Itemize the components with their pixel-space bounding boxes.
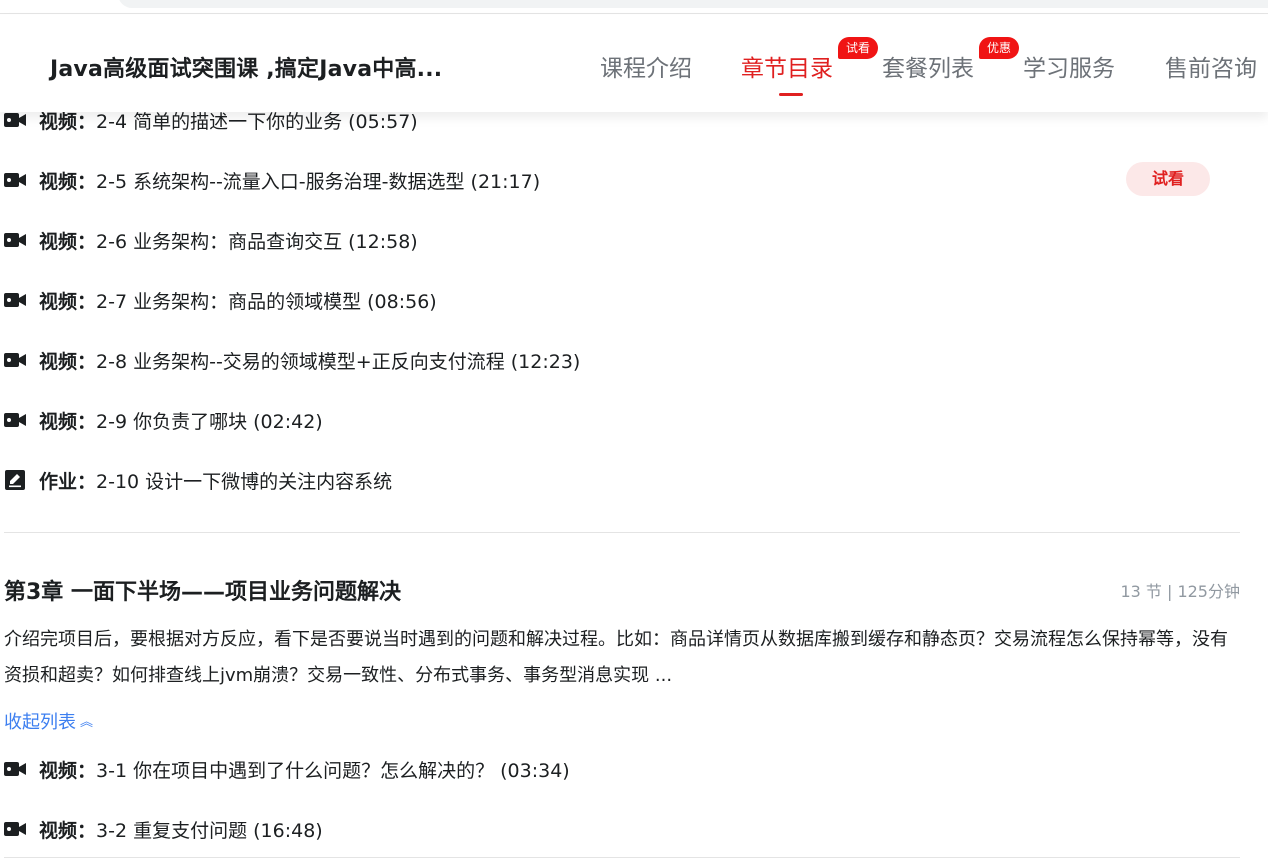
video-icon [4,170,26,190]
list-item[interactable]: 视频： 2-5 系统架构--流量入口-服务治理-数据选型 (21:17) [4,166,540,194]
tab-course-intro[interactable]: 课程介绍 [600,49,692,83]
item-type: 视频： [39,819,97,842]
chevron-up-icon: ︽ [80,715,94,730]
item-title: 3-2 重复支付问题 (16:48) [96,819,323,842]
video-icon [4,110,26,130]
item-title: 2-7 业务架构：商品的领域模型 (08:56) [96,290,437,313]
video-icon [4,410,26,430]
item-type: 视频： [39,170,97,193]
browser-top-strip [0,0,1268,14]
item-title: 2-6 业务架构：商品查询交互 (12:58) [96,230,418,253]
list-item[interactable]: 视频： 3-2 重复支付问题 (16:48) [4,815,323,843]
list-item[interactable]: 视频： 3-1 你在项目中遇到了什么问题？怎么解决的？ (03:34) [4,755,570,783]
list-item[interactable]: 视频： 2-7 业务架构：商品的领域模型 (08:56) [4,286,437,314]
list-item[interactable]: 作业： 2-10 设计一下微博的关注内容系统 [4,466,392,494]
video-icon [4,290,26,310]
collapse-label: 收起列表 [4,712,76,733]
active-tab-indicator [779,93,803,96]
item-type: 视频： [39,290,97,313]
sticky-course-header: Java高级面试突围课 ,搞定Java中高... 课程介绍 章节目录 试看 套餐… [0,15,1268,112]
item-type: 视频： [39,759,97,782]
video-icon [4,759,26,779]
homework-icon [4,470,26,490]
course-title: Java高级面试突围课 ,搞定Java中高... [50,57,443,82]
chapter-meta: 13 节 | 125分钟 [1120,582,1240,601]
item-title: 2-5 系统架构--流量入口-服务治理-数据选型 (21:17) [96,170,541,193]
discount-badge: 优惠 [979,37,1020,59]
item-type: 视频： [39,410,97,433]
address-bar[interactable] [118,0,1268,8]
item-title: 2-10 设计一下微博的关注内容系统 [96,470,393,493]
collapse-list-link[interactable]: 收起列表 ︽ [4,708,93,734]
video-icon [4,819,26,839]
tab-package-list[interactable]: 套餐列表 [882,49,974,83]
trial-badge: 试看 [838,37,879,59]
list-divider [4,857,1240,858]
list-item[interactable]: 视频： 2-6 业务架构：商品查询交互 (12:58) [4,226,418,254]
video-icon [4,230,26,250]
item-title: 3-1 你在项目中遇到了什么问题？怎么解决的？ (03:34) [96,759,570,782]
chapter-description: 介绍完项目后，要根据对方反应，看下是否要说当时遇到的问题和解决过程。比如：商品详… [4,629,1228,686]
item-title: 2-8 业务架构--交易的领域模型+正反向支付流程 (12:23) [96,350,581,373]
tab-presale-consult[interactable]: 售前咨询 [1165,49,1257,83]
item-title: 2-9 你负责了哪块 (02:42) [96,410,323,433]
divider [0,13,1268,14]
chapter-title: 第3章 一面下半场——项目业务问题解决 [4,580,401,605]
list-item[interactable]: 视频： 2-9 你负责了哪块 (02:42) [4,406,323,434]
item-type: 作业： [39,470,97,493]
tab-learning-service[interactable]: 学习服务 [1023,49,1115,83]
video-icon [4,350,26,370]
tab-chapter-list[interactable]: 章节目录 [741,49,833,83]
item-type: 视频： [39,230,97,253]
item-type: 视频： [39,350,97,373]
chapter-divider [4,532,1240,533]
list-item[interactable]: 视频： 2-8 业务架构--交易的领域模型+正反向支付流程 (12:23) [4,346,580,374]
free-preview-button[interactable]: 试看 [1126,162,1210,196]
